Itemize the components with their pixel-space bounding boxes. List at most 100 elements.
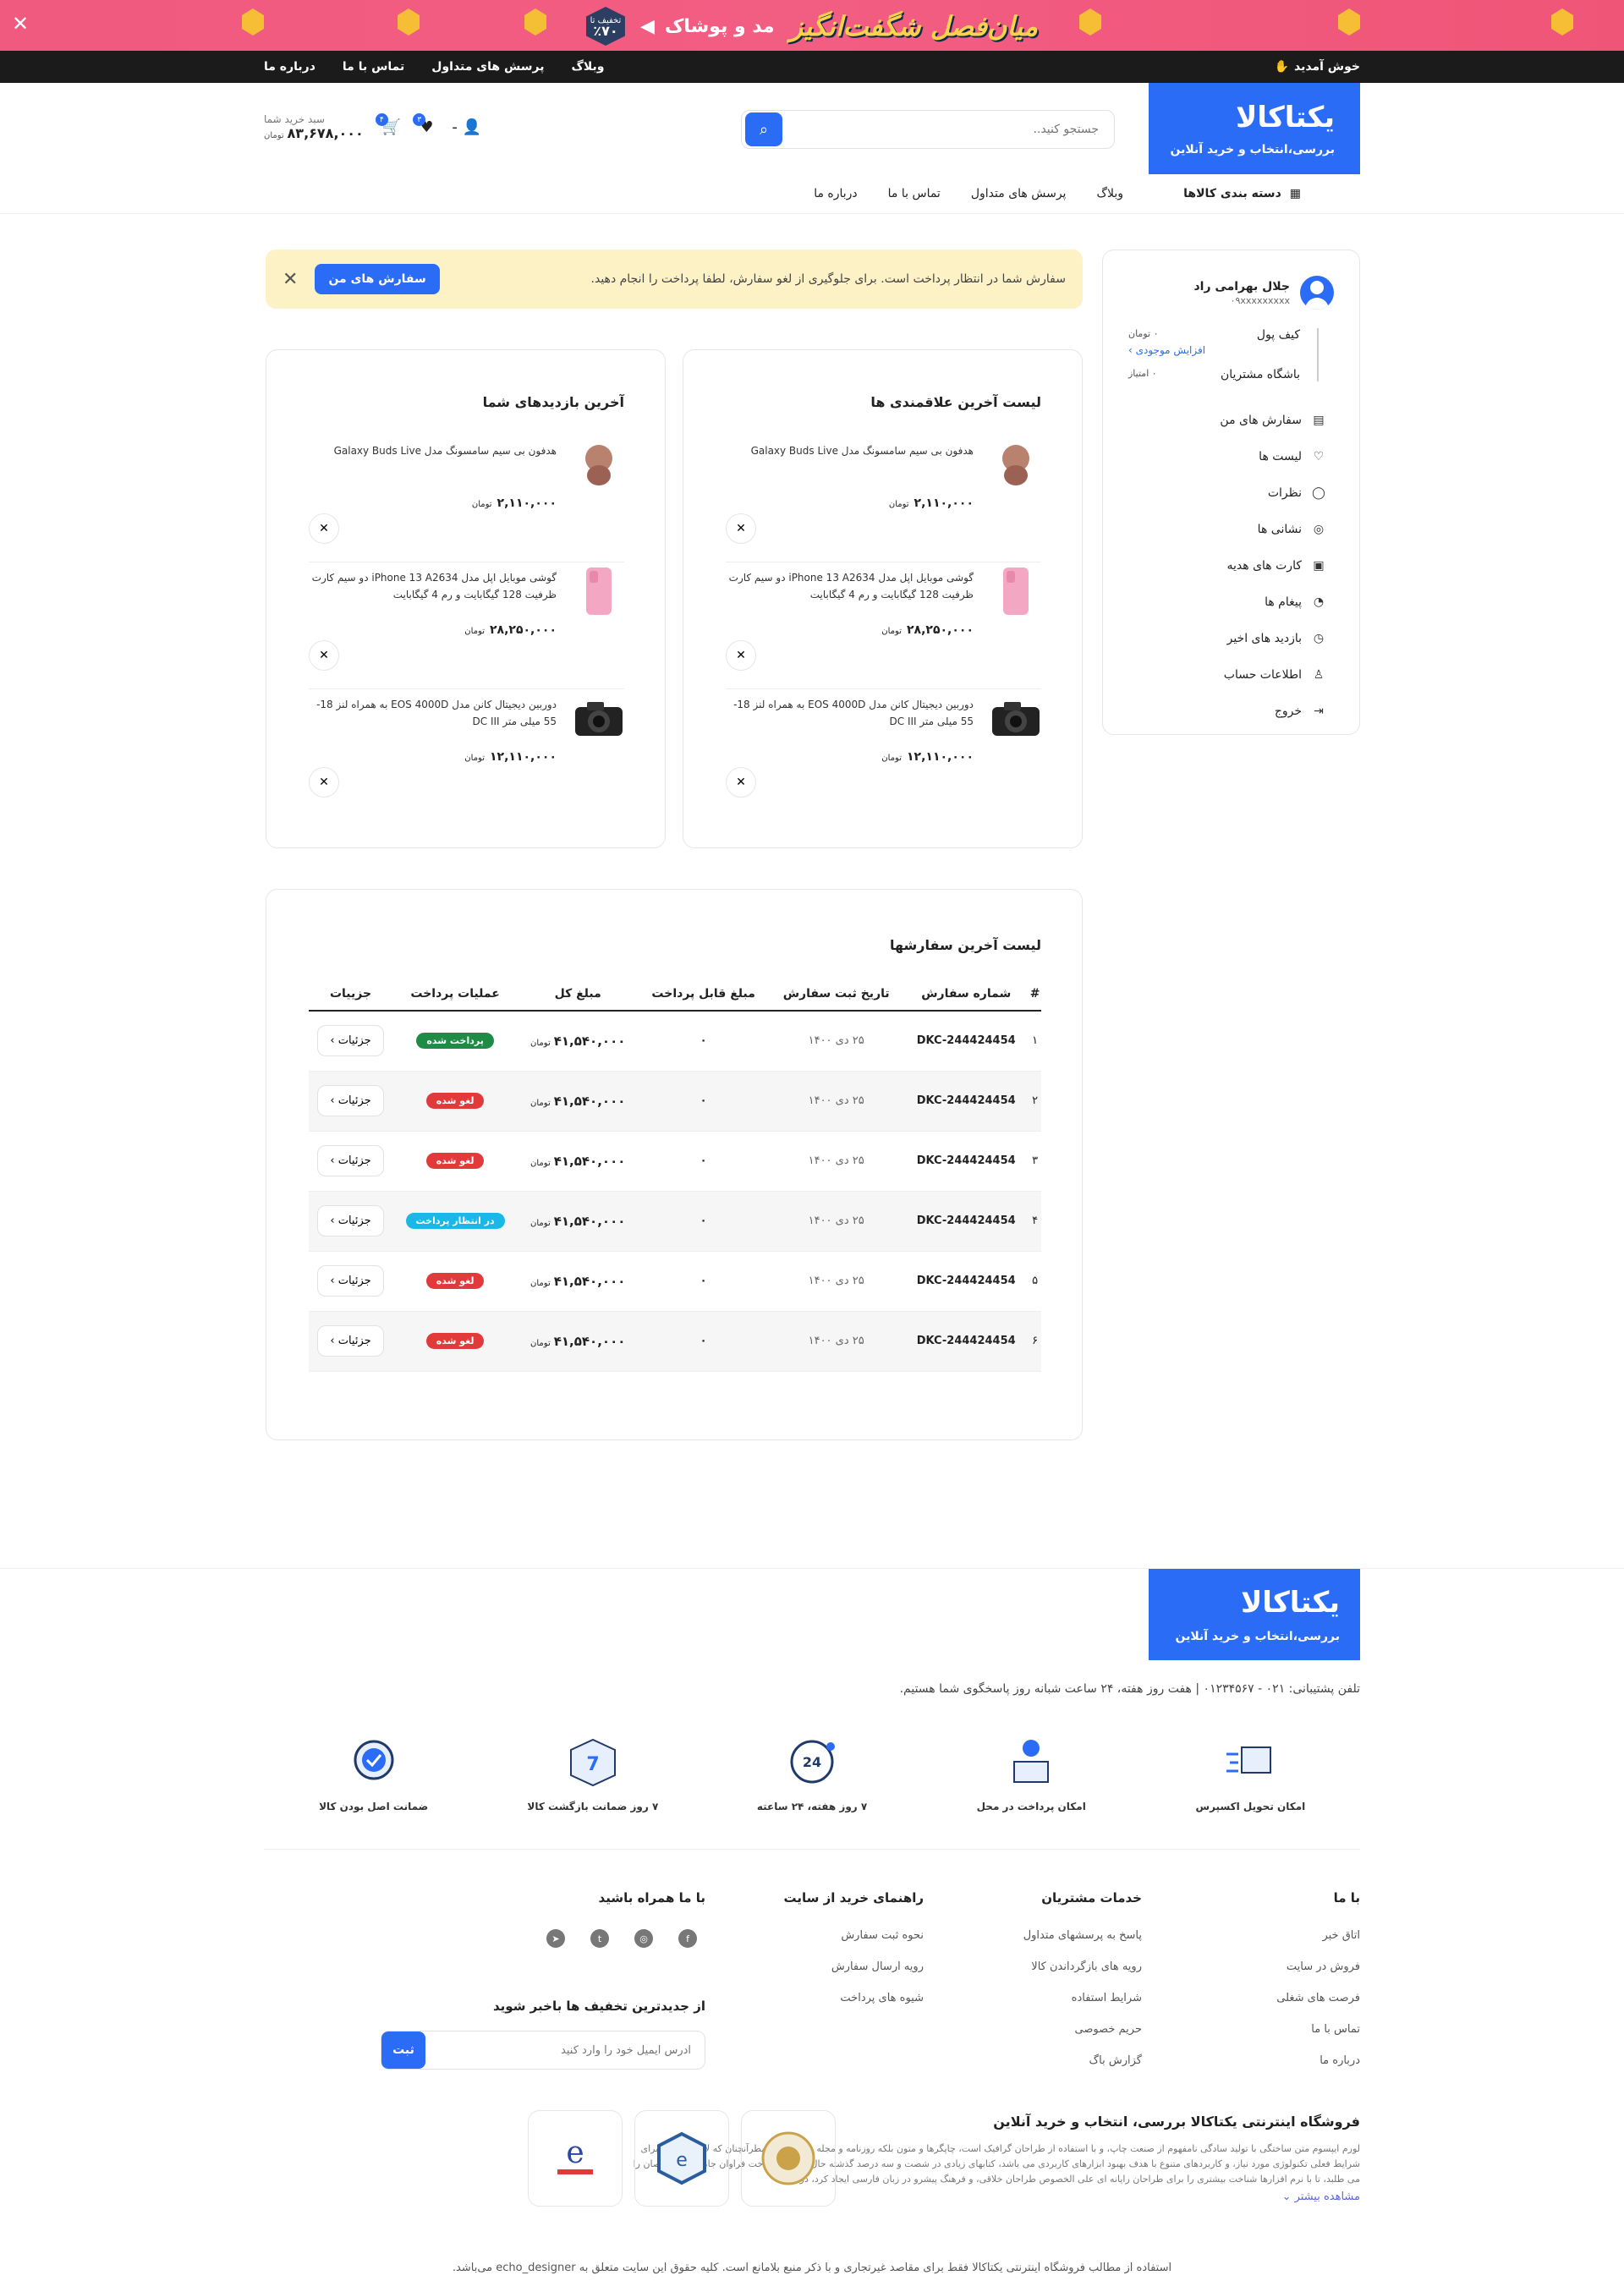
sidebar-menu-item[interactable]: ▣ کارت های هدیه xyxy=(1128,547,1359,584)
samandehi-badge[interactable] xyxy=(741,2110,836,2207)
order-details-button[interactable]: جزئیات › xyxy=(317,1325,384,1357)
top-link-about[interactable]: درباره ما xyxy=(264,60,315,74)
table-row: ۵ DKC-244424454 ۲۵ دی ۱۴۰۰ ۰ ۴۱,۵۴۰,۰۰۰تومان… xyxy=(309,1251,1041,1312)
footer-link[interactable]: رویه ارسال سفارش xyxy=(705,1960,924,1973)
order-number: DKC-244424454 xyxy=(903,1251,1029,1312)
payable-amount: ۰ xyxy=(638,1251,770,1312)
my-orders-button[interactable]: سفارش های من xyxy=(315,264,440,294)
total-value: ۴۱,۵۴۰,۰۰۰ xyxy=(553,1153,626,1169)
twitter-icon[interactable]: t xyxy=(590,1929,609,1948)
list-item[interactable]: گوشی موبایل اپل مدل iPhone 13 A2634 دو س… xyxy=(726,562,1041,689)
footer-link[interactable]: درباره ما xyxy=(1142,2054,1360,2067)
support-phone-text: تلفن پشتیبانی: ۰۲۱ - ۰۱۲۳۴۵۶۷ | هفت روز … xyxy=(899,1682,1360,1696)
sidebar-menu-item[interactable]: ♙ اطلاعات حساب xyxy=(1128,656,1359,693)
nav-link-blog[interactable]: وبلاگ xyxy=(1096,187,1123,200)
close-icon[interactable]: ✕ xyxy=(12,14,29,34)
remove-item-button[interactable]: ✕ xyxy=(726,513,756,544)
order-details-button[interactable]: جزئیات › xyxy=(317,1265,384,1297)
e-trust-badge[interactable]: e xyxy=(528,2110,623,2207)
promo-content: میان‌فصل شگفت‌انگیز مد و پوشاک ◀ تخفیف تا… xyxy=(585,7,1039,46)
product-title[interactable]: دوربین دیجیتال کانن مدل EOS 4000D به همر… xyxy=(309,696,557,730)
product-price: ۲۸,۲۵۰,۰۰۰ تومان xyxy=(464,623,557,637)
footer-logo-subtitle: بررسی،انتخاب و خرید آنلاین xyxy=(1175,1630,1340,1643)
product-title[interactable]: گوشی موبایل اپل مدل iPhone 13 A2634 دو س… xyxy=(726,569,974,603)
list-item[interactable]: دوربین دیجیتال کانن مدل EOS 4000D به همر… xyxy=(726,689,1041,816)
remove-item-button[interactable]: ✕ xyxy=(726,767,756,798)
bell-icon: ◔ xyxy=(1313,595,1325,609)
top-link-faq[interactable]: پرسش های متداول xyxy=(431,60,544,74)
footer-link[interactable]: حریم خصوصی xyxy=(924,2023,1142,2036)
list-item[interactable]: هدفون بی سیم سامسونگ مدل Galaxy Buds Liv… xyxy=(726,436,1041,562)
list-item[interactable]: هدفون بی سیم سامسونگ مدل Galaxy Buds Liv… xyxy=(309,436,624,562)
facebook-icon[interactable]: f xyxy=(678,1929,697,1948)
order-number: DKC-244424454 xyxy=(903,1191,1029,1252)
remove-item-button[interactable]: ✕ xyxy=(309,640,339,671)
footer-link[interactable]: اتاق خبر xyxy=(1142,1929,1360,1942)
wishlist-button[interactable]: ♥ ۳ xyxy=(413,113,433,136)
footer-link[interactable]: تماس با ما xyxy=(1142,2023,1360,2036)
cart-summary[interactable]: سبد خرید شما ۸۳,۶۷۸,۰۰۰ تومان xyxy=(264,113,364,141)
sidebar-menu-item[interactable]: ◎ نشانی ها xyxy=(1128,511,1359,547)
footer-link[interactable]: گزارش باگ xyxy=(924,2054,1142,2067)
cash-on-delivery-icon xyxy=(1004,1735,1058,1789)
sidebar-menu-item[interactable]: ◯ نظرات xyxy=(1128,474,1359,511)
sidebar-menu-item[interactable]: ◔ پیغام ها xyxy=(1128,584,1359,620)
top-link-blog[interactable]: وبلاگ xyxy=(571,60,604,74)
product-title[interactable]: دوربین دیجیتال کانن مدل EOS 4000D به همر… xyxy=(726,696,974,730)
list-item[interactable]: دوربین دیجیتال کانن مدل EOS 4000D به همر… xyxy=(309,689,624,816)
top-link-contact[interactable]: تماس با ما xyxy=(343,60,404,74)
footer-link[interactable]: رویه های بازگرداندن کالا xyxy=(924,1960,1142,1973)
cart-button[interactable]: 🛒 ۴ xyxy=(375,113,401,136)
sidebar-menu-item[interactable]: ◷ بازدید های اخیر xyxy=(1128,620,1359,656)
nav-link-about[interactable]: درباره ما xyxy=(814,187,857,200)
enamad-badge[interactable]: e xyxy=(634,2110,729,2207)
payable-amount: ۰ xyxy=(638,1311,770,1372)
nav-link-contact[interactable]: تماس با ما xyxy=(888,187,941,200)
categories-menu[interactable]: ▦ دسته بندی کالاها xyxy=(1149,187,1360,200)
promo-banner[interactable]: میان‌فصل شگفت‌انگیز مد و پوشاک ◀ تخفیف تا… xyxy=(0,0,1624,51)
product-title[interactable]: گوشی موبایل اپل مدل iPhone 13 A2634 دو س… xyxy=(309,569,557,603)
sidebar-menu-item[interactable]: ▤ سفارش های من xyxy=(1128,402,1359,438)
promo-title: میان‌فصل شگفت‌انگیز xyxy=(789,10,1039,42)
telegram-icon[interactable]: ➤ xyxy=(546,1929,565,1948)
product-price: ۱۲,۱۱۰,۰۰۰ تومان xyxy=(881,750,974,764)
comment-icon: ◯ xyxy=(1312,485,1325,500)
search-button[interactable]: ⌕ xyxy=(745,112,782,146)
product-title[interactable]: هدفون بی سیم سامسونگ مدل Galaxy Buds Liv… xyxy=(726,442,974,459)
top-links: وبلاگ پرسش های متداول تماس با ما درباره … xyxy=(264,60,604,74)
coin-decoration xyxy=(1551,8,1573,36)
table-row: ۱ DKC-244424454 ۲۵ دی ۱۴۰۰ ۰ ۴۱,۵۴۰,۰۰۰تومان… xyxy=(309,1011,1041,1072)
order-details-button[interactable]: جزئیات › xyxy=(317,1025,384,1057)
footer-link[interactable]: شرایط استفاده xyxy=(924,1992,1142,2004)
footer-link[interactable]: نحوه ثبت سفارش xyxy=(705,1929,924,1942)
row-index: ۱ xyxy=(1029,1011,1041,1072)
product-price: ۱۲,۱۱۰,۰۰۰ تومان xyxy=(464,750,557,764)
trust-badges: e e xyxy=(528,2110,836,2207)
footer-logo[interactable]: یکتاکالا بررسی،انتخاب و خرید آنلاین xyxy=(1149,1569,1360,1660)
sidebar-menu-item[interactable]: ⇥ خروج xyxy=(1128,693,1359,729)
newsletter-submit-button[interactable]: ثبت xyxy=(381,2032,425,2069)
newsletter-email-input[interactable] xyxy=(454,2043,691,2057)
footer-link[interactable]: فروش در سایت xyxy=(1142,1960,1360,1973)
order-details-button[interactable]: جزئیات › xyxy=(317,1205,384,1236)
footer-link[interactable]: پاسخ به پرسشهای متداول xyxy=(924,1929,1142,1942)
remove-item-button[interactable]: ✕ xyxy=(726,640,756,671)
footer-link[interactable]: شیوه های پرداخت xyxy=(705,1992,924,2004)
order-details-button[interactable]: جزئیات › xyxy=(317,1085,384,1116)
logo[interactable]: یکتاکالا بررسی،انتخاب و خرید آنلاین xyxy=(1149,83,1360,174)
remove-item-button[interactable]: ✕ xyxy=(309,513,339,544)
close-icon[interactable]: ✕ xyxy=(283,269,298,290)
user-menu[interactable]: 👤 - xyxy=(452,118,481,136)
row-index: ۴ xyxy=(1029,1191,1041,1252)
footer-link[interactable]: فرصت های شغلی xyxy=(1142,1992,1360,2004)
list-item[interactable]: گوشی موبایل اپل مدل iPhone 13 A2634 دو س… xyxy=(309,562,624,689)
nav-link-faq[interactable]: پرسش های متداول xyxy=(971,187,1067,200)
instagram-icon[interactable]: ◎ xyxy=(634,1929,653,1948)
order-details-button[interactable]: جزئیات › xyxy=(317,1145,384,1176)
sidebar-menu-item[interactable]: ♡ لیست ها xyxy=(1128,438,1359,474)
remove-item-button[interactable]: ✕ xyxy=(309,767,339,798)
user-icon: 👤 xyxy=(462,118,482,136)
product-title[interactable]: هدفون بی سیم سامسونگ مدل Galaxy Buds Liv… xyxy=(309,442,557,459)
wallet-topup-link[interactable]: افزایش موجودی › xyxy=(1128,344,1205,356)
search-input[interactable] xyxy=(820,123,1099,136)
